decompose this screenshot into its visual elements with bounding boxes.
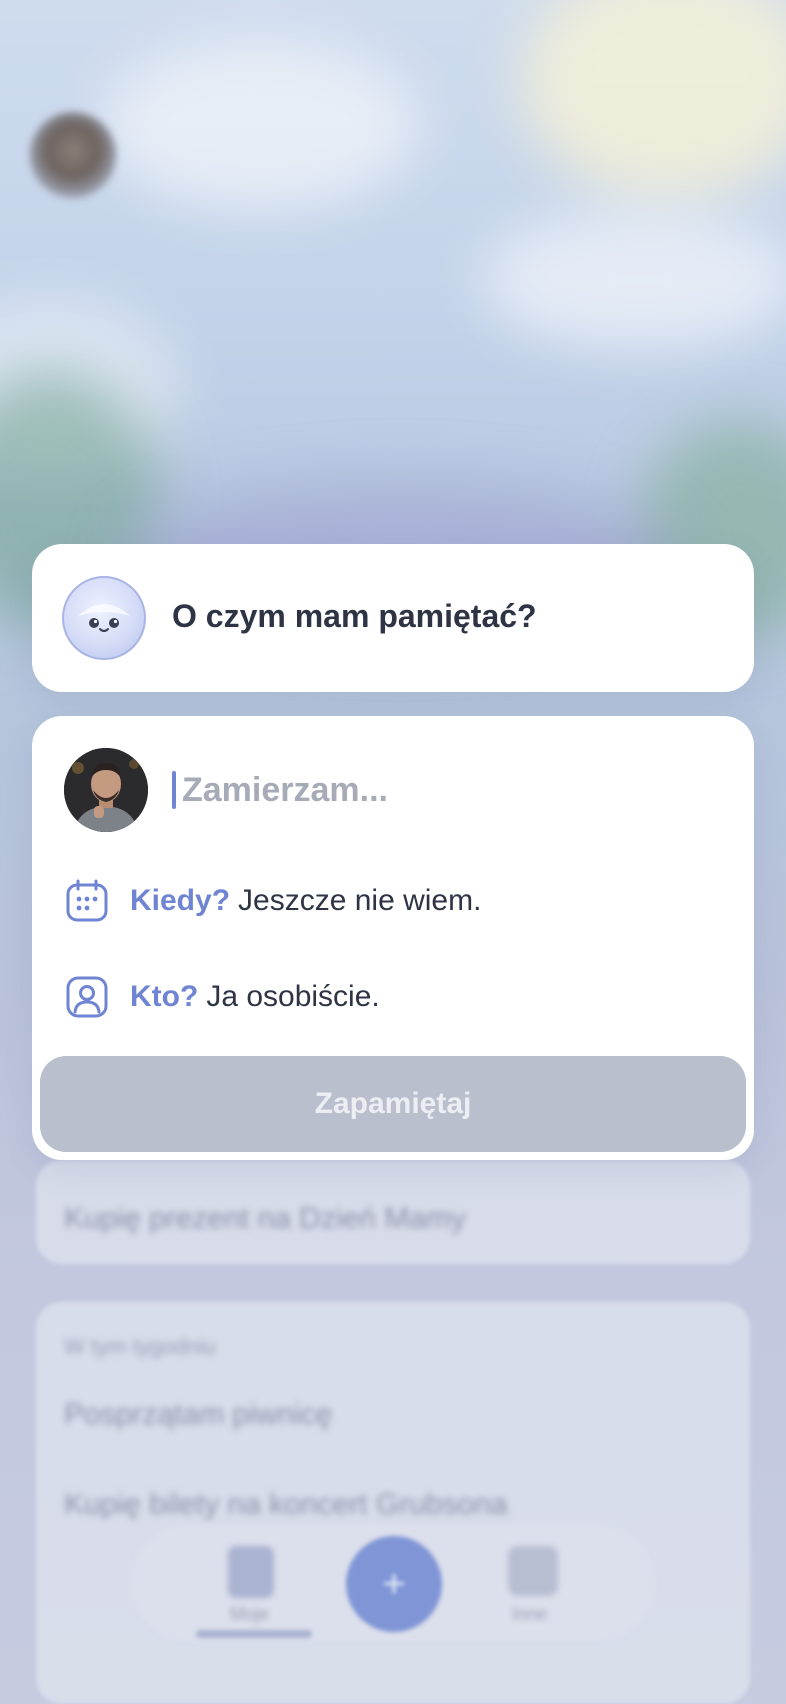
save-button[interactable]: Zapamiętaj	[40, 1056, 746, 1152]
when-value: Jeszcze nie wiem.	[238, 884, 482, 917]
tasks-nav-icon	[228, 1546, 274, 1598]
prompt-card: O czym mam pamiętać?	[32, 544, 754, 692]
profile-avatar-blurred	[30, 112, 116, 198]
text-caret	[172, 771, 176, 809]
user-avatar	[64, 748, 148, 832]
background-cloud	[100, 40, 420, 210]
ghost-mascot-icon	[62, 576, 146, 660]
background-sun	[520, 0, 786, 200]
background-task-text: Posprzątam piwnicę	[64, 1398, 333, 1431]
calendar-icon	[66, 879, 108, 922]
who-selector[interactable]: Kto? Ja osobiście.	[64, 972, 380, 1022]
more-nav-label: Inne	[512, 1604, 548, 1624]
background-section-label: W tym tygodniu	[64, 1334, 216, 1359]
who-label: Kto?	[130, 980, 199, 1013]
background-cloud	[480, 210, 786, 350]
background-task-text: Kupię prezent na Dzień Mamy	[64, 1202, 466, 1235]
tasks-nav-label: Moje	[230, 1604, 270, 1624]
new-task-form: Kiedy? Jeszcze nie wiem. Kto? Ja osobiśc…	[32, 716, 754, 1160]
background-task-text: Kupię bilety na koncert Grubsona	[64, 1488, 508, 1521]
who-value: Ja osobiście.	[206, 980, 380, 1013]
task-input[interactable]	[182, 770, 682, 810]
user-square-icon	[66, 976, 108, 1018]
when-selector[interactable]: Kiedy? Jeszcze nie wiem.	[64, 876, 481, 926]
task-input-wrapper	[172, 764, 712, 816]
add-button-blurred: +	[346, 1536, 442, 1632]
when-label: Kiedy?	[130, 884, 231, 917]
prompt-question: O czym mam pamiętać?	[172, 598, 537, 634]
more-nav-icon	[508, 1546, 558, 1596]
nav-active-indicator	[196, 1630, 312, 1638]
